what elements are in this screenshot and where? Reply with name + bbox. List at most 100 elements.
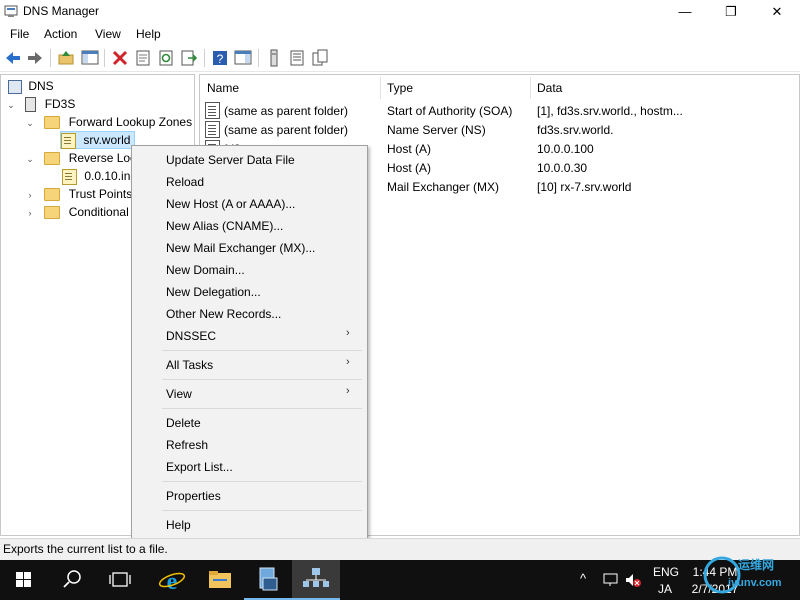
toolbar-separator: [104, 49, 105, 67]
menu-item-other-new-records[interactable]: Other New Records...: [166, 305, 281, 323]
toolbar-separator: [258, 49, 259, 67]
forward-arrow-icon[interactable]: [26, 49, 44, 67]
menu-item-view[interactable]: View: [166, 385, 192, 403]
menu-file[interactable]: File: [10, 27, 29, 41]
tree-item-zone-selected[interactable]: srv.world: [60, 131, 136, 149]
toolbar-separator: [50, 49, 51, 67]
table-row[interactable]: (same as parent folder) Name Server (NS)…: [205, 121, 795, 139]
cell-type: Host (A): [387, 161, 432, 175]
tree-item-forward-lookup-zones[interactable]: ⌄ Forward Lookup Zones: [25, 113, 192, 131]
menu-item-new-alias[interactable]: New Alias (CNAME)...: [166, 217, 283, 235]
refresh-icon[interactable]: [157, 49, 175, 67]
menu-item-new-domain[interactable]: New Domain...: [166, 261, 245, 279]
help-icon[interactable]: ?: [211, 49, 229, 67]
tree-item-server[interactable]: ⌄ FD3S: [6, 95, 75, 113]
menu-item-new-mail-exchanger[interactable]: New Mail Exchanger (MX)...: [166, 239, 315, 257]
tree-item-dns[interactable]: DNS: [8, 77, 54, 95]
menu-separator: [162, 510, 362, 511]
up-folder-icon[interactable]: [57, 49, 75, 67]
dns-manager-taskbar-icon[interactable]: [292, 560, 340, 600]
table-row[interactable]: (same as parent folder) Start of Authori…: [205, 102, 795, 120]
cell-type: Mail Exchanger (MX): [387, 180, 500, 194]
cell-data: 10.0.0.100: [537, 142, 594, 156]
watermark-url: iyunv.com: [728, 577, 782, 589]
column-header-data[interactable]: Data: [537, 77, 562, 99]
server-icon[interactable]: [265, 49, 283, 67]
window-title: DNS Manager: [23, 4, 100, 18]
status-text: Exports the current list to a file.: [3, 542, 168, 556]
start-button[interactable]: [0, 560, 48, 600]
chevron-down-icon[interactable]: ⌄: [25, 150, 35, 168]
menu-item-new-delegation[interactable]: New Delegation...: [166, 283, 261, 301]
chevron-right-icon[interactable]: ›: [25, 204, 35, 222]
internet-explorer-icon[interactable]: e: [148, 560, 196, 600]
cell-name: (same as parent folder): [224, 104, 349, 118]
minimize-button[interactable]: —: [662, 0, 708, 23]
record-icon: [205, 121, 220, 138]
volume-muted-icon[interactable]: [624, 572, 642, 591]
menu-item-all-tasks[interactable]: All Tasks: [166, 356, 213, 374]
tree-label: FD3S: [44, 97, 76, 111]
task-view-icon[interactable]: [96, 560, 144, 600]
search-icon[interactable]: [48, 560, 96, 600]
tree-item-reverse-lookup-zones[interactable]: ⌄ Reverse Look: [25, 149, 143, 167]
copy-records-icon[interactable]: [311, 49, 329, 67]
folder-icon: [44, 152, 61, 166]
column-header-type[interactable]: Type: [387, 77, 413, 99]
column-divider[interactable]: [530, 77, 531, 99]
menu-separator: [162, 350, 362, 351]
list-view-icon[interactable]: [288, 49, 306, 67]
menu-view[interactable]: View: [95, 27, 121, 41]
close-button[interactable]: ✕: [754, 0, 800, 23]
toolbar-separator: [204, 49, 205, 67]
menu-item-delete[interactable]: Delete: [166, 414, 201, 432]
server-icon: [25, 97, 37, 113]
submenu-arrow-icon: ›: [346, 356, 350, 368]
properties-icon[interactable]: [134, 49, 152, 67]
chevron-right-icon[interactable]: ›: [25, 186, 35, 204]
chevron-down-icon[interactable]: ⌄: [25, 114, 35, 132]
server-manager-icon[interactable]: [244, 560, 292, 600]
menu-item-reload[interactable]: Reload: [166, 173, 204, 191]
tree-item-reverse-zone[interactable]: 0.0.10.in-: [62, 167, 134, 185]
menu-item-export-list[interactable]: Export List...: [166, 458, 233, 476]
menu-item-properties[interactable]: Properties: [166, 487, 221, 505]
show-hide-tree-icon[interactable]: [81, 49, 99, 67]
menu-item-update-server-data-file[interactable]: Update Server Data File: [166, 151, 295, 169]
menu-item-dnssec[interactable]: DNSSEC: [166, 327, 216, 345]
network-icon[interactable]: [602, 572, 620, 591]
column-divider[interactable]: [380, 77, 381, 99]
action-pane-icon[interactable]: [234, 49, 252, 67]
cell-type: Name Server (NS): [387, 123, 486, 137]
file-explorer-icon[interactable]: [196, 560, 244, 600]
folder-icon: [44, 188, 61, 202]
menu-item-help[interactable]: Help: [166, 516, 191, 534]
watermark-text: 运维网: [738, 558, 775, 572]
tree-label: DNS: [28, 79, 54, 93]
delete-x-icon[interactable]: [111, 49, 129, 67]
menu-item-new-host[interactable]: New Host (A or AAAA)...: [166, 195, 295, 213]
menu-item-refresh[interactable]: Refresh: [166, 436, 208, 454]
menu-separator: [162, 379, 362, 380]
dns-manager-icon: [4, 4, 18, 18]
cell-data: [1], fd3s.srv.world., hostm...: [537, 104, 683, 118]
chevron-up-icon[interactable]: ^: [580, 571, 586, 586]
maximize-button[interactable]: ❐: [708, 0, 754, 23]
back-arrow-icon[interactable]: [4, 49, 22, 67]
cell-data: 10.0.0.30: [537, 161, 588, 175]
language-code: ENG: [653, 565, 680, 579]
tree-label: 0.0.10.in-: [84, 169, 135, 183]
cell-name: (same as parent folder): [224, 123, 349, 137]
input-language[interactable]: ENG JA: [653, 565, 680, 596]
cell-data: fd3s.srv.world.: [537, 123, 614, 137]
tree-item-conditional-forwarders[interactable]: › Conditional I: [25, 203, 135, 221]
watermark-logo: 运维网 iyunv.com: [700, 551, 796, 597]
menu-action[interactable]: Action: [44, 27, 77, 41]
export-list-icon[interactable]: [180, 49, 198, 67]
cell-data: [10] rx-7.srv.world: [537, 180, 632, 194]
tree-item-trust-points[interactable]: › Trust Points: [25, 185, 132, 203]
tree-label: Trust Points: [68, 187, 133, 201]
column-header-name[interactable]: Name: [207, 77, 239, 99]
chevron-down-icon[interactable]: ⌄: [6, 96, 16, 114]
menu-help[interactable]: Help: [136, 27, 161, 41]
